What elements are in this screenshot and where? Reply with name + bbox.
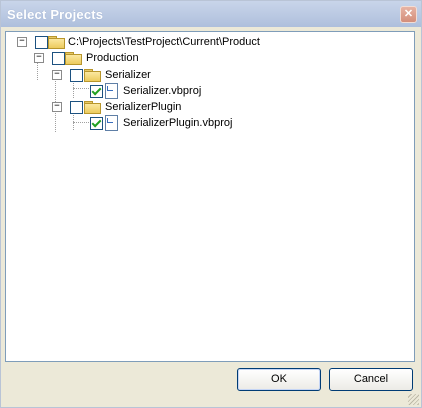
collapse-icon[interactable]: − — [52, 102, 62, 112]
folder-icon — [84, 101, 101, 114]
select-projects-dialog: Select Projects ✕ − C:\Projects\TestProj… — [0, 0, 422, 408]
folder-icon — [84, 69, 101, 82]
root-label: C:\Projects\TestProject\Current\Product — [68, 36, 260, 48]
production-label: Production — [86, 52, 139, 64]
tree-node-serializer[interactable]: − Serializer — [6, 67, 412, 83]
folder-icon — [48, 36, 65, 49]
tree-node-production[interactable]: − Production — [6, 50, 412, 66]
collapse-icon[interactable]: − — [17, 37, 27, 47]
production-checkbox[interactable] — [52, 52, 65, 65]
serializer-checkbox[interactable] — [70, 69, 83, 82]
project-tree[interactable]: − C:\Projects\TestProject\Current\Produc… — [5, 31, 415, 362]
folder-icon — [65, 52, 82, 65]
serializer-plugin-vbproj-label: SerializerPlugin.vbproj — [123, 117, 233, 129]
title-bar[interactable]: Select Projects ✕ — [1, 1, 421, 27]
tree-node-serializer-vbproj[interactable]: Serializer.vbproj — [6, 83, 412, 99]
tree-node-serializer-plugin[interactable]: − SerializerPlugin — [6, 99, 412, 115]
vbproj-file-icon — [105, 115, 118, 131]
close-icon: ✕ — [403, 8, 414, 20]
tree-node-root[interactable]: − C:\Projects\TestProject\Current\Produc… — [6, 34, 412, 50]
vbproj-file-icon — [105, 83, 118, 99]
collapse-icon[interactable]: − — [34, 53, 44, 63]
serializer-vbproj-checkbox[interactable] — [90, 85, 103, 98]
tree-node-serializer-plugin-vbproj[interactable]: SerializerPlugin.vbproj — [6, 115, 412, 131]
cancel-button[interactable]: Cancel — [329, 368, 413, 391]
close-button[interactable]: ✕ — [400, 6, 417, 23]
ok-button[interactable]: OK — [237, 368, 321, 391]
collapse-icon[interactable]: − — [52, 70, 62, 80]
serializer-plugin-label: SerializerPlugin — [105, 101, 182, 113]
root-checkbox[interactable] — [35, 36, 48, 49]
dialog-title: Select Projects — [7, 7, 104, 22]
serializer-plugin-vbproj-checkbox[interactable] — [90, 117, 103, 130]
serializer-label: Serializer — [105, 69, 151, 81]
resize-grip[interactable] — [408, 394, 419, 405]
serializer-plugin-checkbox[interactable] — [70, 101, 83, 114]
serializer-vbproj-label: Serializer.vbproj — [123, 85, 202, 97]
